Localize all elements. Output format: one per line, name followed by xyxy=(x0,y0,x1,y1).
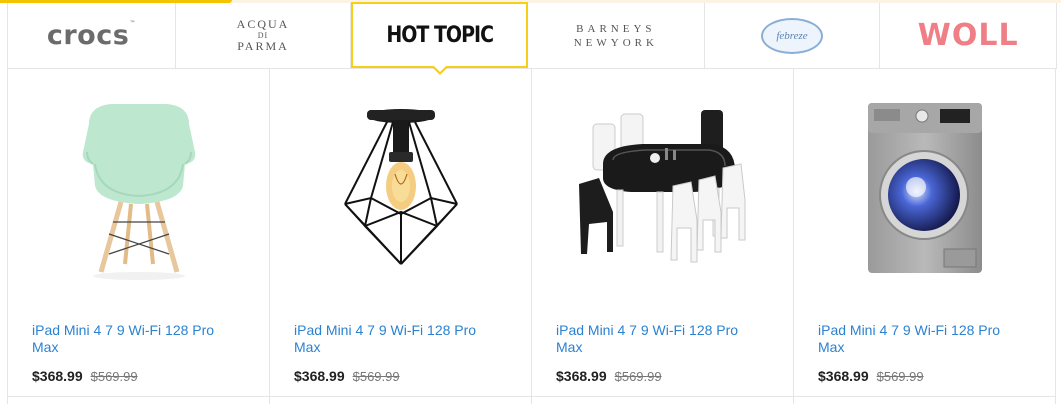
product-old-price: $569.99 xyxy=(90,369,138,384)
product-title[interactable]: iPad Mini 4 7 9 Wi-Fi 128 Pro Max xyxy=(294,322,504,356)
product-image[interactable] xyxy=(270,69,531,309)
woll-logo: WOLL xyxy=(917,18,1019,53)
washing-machine-image xyxy=(867,103,982,273)
brand-tabs: crocs™ ACQUA DI PARMA HOT TOPIC BARNEYS … xyxy=(7,2,1057,75)
product-prices: $368.99 $569.99 xyxy=(32,368,138,384)
product-price: $368.99 xyxy=(818,368,869,384)
card-divider xyxy=(8,396,269,397)
brand-tab-febreze[interactable]: febreze xyxy=(705,3,881,68)
brand-tab-acqua-di-parma[interactable]: ACQUA DI PARMA xyxy=(176,3,352,68)
crocs-logo: crocs™ xyxy=(46,20,136,51)
product-price: $368.99 xyxy=(556,368,607,384)
dining-table-set-image xyxy=(578,110,745,263)
product-price: $368.99 xyxy=(294,368,345,384)
product-prices: $368.99 $569.99 xyxy=(556,368,662,384)
brand-tab-crocs[interactable]: crocs™ xyxy=(8,3,176,68)
febreze-logo: febreze xyxy=(761,17,823,54)
card-divider xyxy=(532,396,793,397)
brand-tab-barneys[interactable]: BARNEYS NEWYORK xyxy=(528,3,705,68)
product-image[interactable] xyxy=(532,69,793,309)
product-old-price: $569.99 xyxy=(876,369,924,384)
product-card[interactable]: iPad Mini 4 7 9 Wi-Fi 128 Pro Max $368.9… xyxy=(270,69,532,404)
barneys-new-york-logo: BARNEYS NEWYORK xyxy=(573,22,658,49)
brand-tab-woll[interactable]: WOLL xyxy=(880,3,1056,68)
product-old-price: $569.99 xyxy=(352,369,400,384)
product-card[interactable]: iPad Mini 4 7 9 Wi-Fi 128 Pro Max $368.9… xyxy=(794,69,1056,404)
product-title[interactable]: iPad Mini 4 7 9 Wi-Fi 128 Pro Max xyxy=(32,322,242,356)
product-card[interactable]: iPad Mini 4 7 9 Wi-Fi 128 Pro Max $368.9… xyxy=(8,69,270,404)
product-title[interactable]: iPad Mini 4 7 9 Wi-Fi 128 Pro Max xyxy=(556,322,766,356)
product-prices: $368.99 $569.99 xyxy=(294,368,400,384)
product-old-price: $569.99 xyxy=(614,369,662,384)
ceiling-lamp-image xyxy=(343,109,458,265)
product-grid: iPad Mini 4 7 9 Wi-Fi 128 Pro Max $368.9… xyxy=(7,69,1057,404)
product-image[interactable] xyxy=(794,69,1055,309)
brand-tab-hot-topic[interactable]: HOT TOPIC xyxy=(351,2,529,75)
card-divider xyxy=(794,396,1055,397)
product-prices: $368.99 $569.99 xyxy=(818,368,924,384)
acqua-di-parma-logo: ACQUA DI PARMA xyxy=(236,17,290,53)
card-divider xyxy=(270,396,531,397)
product-image[interactable] xyxy=(8,69,269,309)
hot-topic-logo: HOT TOPIC xyxy=(386,22,494,48)
green-armchair-image xyxy=(82,104,195,280)
product-price: $368.99 xyxy=(32,368,83,384)
product-title[interactable]: iPad Mini 4 7 9 Wi-Fi 128 Pro Max xyxy=(818,322,1028,356)
product-card[interactable]: iPad Mini 4 7 9 Wi-Fi 128 Pro Max $368.9… xyxy=(532,69,794,404)
